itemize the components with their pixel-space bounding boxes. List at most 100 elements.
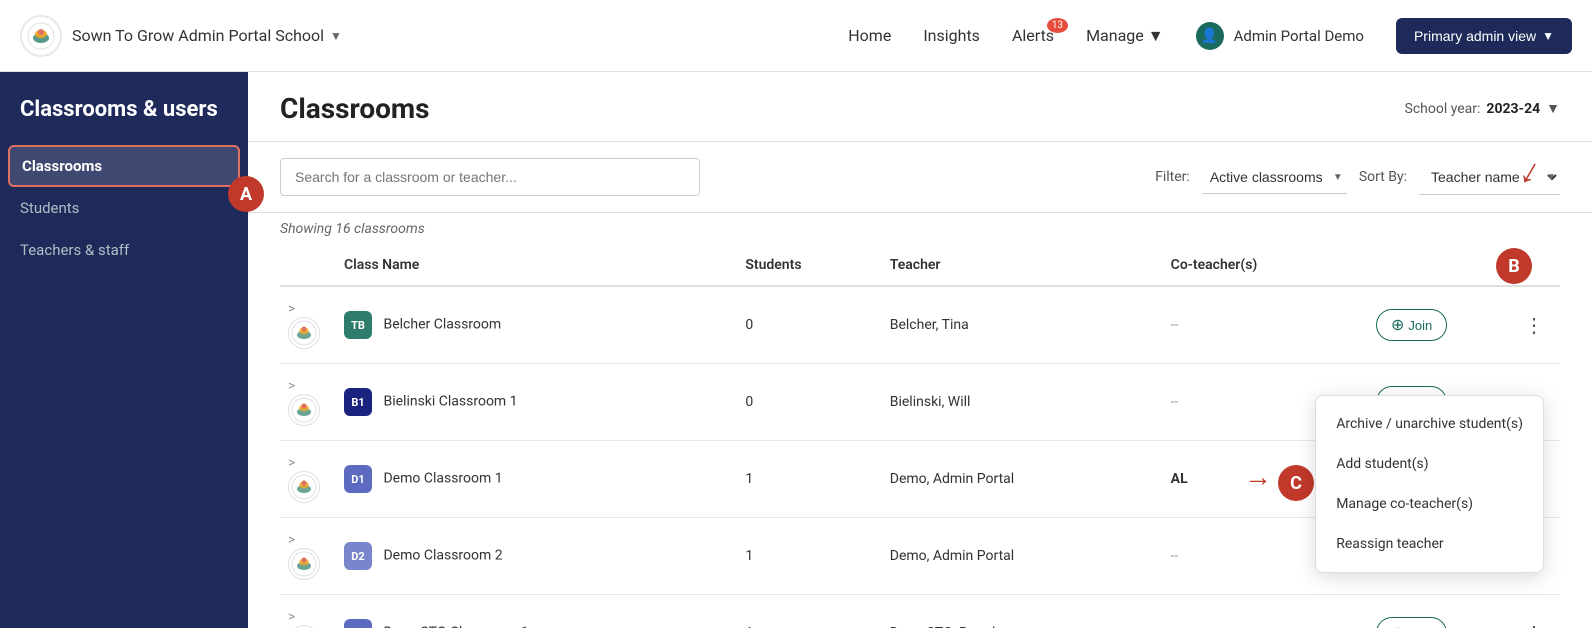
classroom-badge: D1 — [344, 619, 372, 628]
primary-admin-view-button[interactable]: Primary admin view ▼ — [1396, 18, 1572, 54]
expand-cell: > — [280, 364, 336, 441]
action-cell: ⊕ Join — [1368, 595, 1508, 628]
col-expand — [280, 245, 336, 286]
dots-menu-button[interactable]: ⋮ — [1516, 617, 1552, 628]
col-teacher: Teacher — [882, 245, 1163, 286]
table-header-row: Class Name Students Teacher Co-teacher(s… — [280, 245, 1560, 286]
expand-icon[interactable]: > — [288, 301, 295, 317]
table-row: > TB Belcher Classroom 0 Belcher, Tina -… — [280, 286, 1560, 364]
teacher-cell: Demo, Admin Portal — [882, 441, 1163, 518]
classroom-badge: D2 — [344, 542, 372, 570]
class-name-cell: D1 Demo Classroom 1 — [336, 441, 737, 518]
filter-area: Filter: Active classrooms Sort By: Teach… — [1155, 160, 1560, 195]
sort-select-wrapper: Teacher name — [1419, 160, 1560, 195]
sidebar-section-title: Classrooms & users — [0, 96, 248, 145]
sort-by-select[interactable]: Teacher name — [1419, 160, 1560, 195]
classroom-badge: D1 — [344, 465, 372, 493]
classroom-logo — [288, 317, 320, 349]
action-cell: ⊕ Join — [1368, 286, 1508, 364]
context-dropdown-menu: Archive / unarchive student(s)Add studen… — [1315, 395, 1544, 573]
teacher-cell: Demo, Admin Portal — [882, 518, 1163, 595]
dropdown-menu-item[interactable]: Manage co-teacher(s) — [1316, 484, 1543, 524]
alerts-link[interactable]: Alerts 13 — [1012, 26, 1054, 45]
expand-cell: > — [280, 441, 336, 518]
class-name-cell: D2 Demo Classroom 2 — [336, 518, 737, 595]
filter-select[interactable]: Active classrooms — [1202, 161, 1347, 194]
co-teacher-dashes: -- — [1171, 394, 1179, 410]
classroom-badge: B1 — [344, 388, 372, 416]
expand-icon[interactable]: > — [288, 532, 295, 548]
insights-link[interactable]: Insights — [923, 26, 980, 45]
search-input[interactable] — [280, 158, 700, 196]
expand-cell: > — [280, 286, 336, 364]
primary-btn-label: Primary admin view — [1414, 28, 1536, 44]
class-name-cell: TB Belcher Classroom — [336, 286, 737, 364]
classroom-logo — [288, 471, 320, 503]
sidebar-item-classrooms[interactable]: Classrooms — [8, 145, 240, 187]
expand-cell: > — [280, 595, 336, 628]
class-name-text: Bielinski Classroom 1 — [383, 394, 517, 410]
expand-icon[interactable]: > — [288, 378, 295, 394]
filter-label: Filter: — [1155, 169, 1190, 185]
students-label: Students — [20, 199, 79, 217]
classrooms-label: Classrooms — [22, 157, 102, 175]
class-name-text: Demo Classroom 2 — [383, 548, 502, 564]
school-name-text: Sown To Grow Admin Portal School — [72, 26, 324, 45]
col-actions — [1368, 245, 1508, 286]
teachers-label: Teachers & staff — [20, 241, 129, 259]
coteacher-cell: -- — [1163, 595, 1368, 628]
co-teacher-dashes: -- — [1171, 317, 1179, 333]
class-name-text: Demo Classroom 1 — [383, 471, 502, 487]
user-area: 👤 Admin Portal Demo — [1196, 22, 1364, 50]
home-link[interactable]: Home — [848, 26, 891, 45]
dropdown-menu-item[interactable]: Reassign teacher — [1316, 524, 1543, 564]
students-cell: 0 — [737, 286, 881, 364]
teacher-cell: Bielinski, Will — [882, 364, 1163, 441]
coteacher-cell: -- — [1163, 286, 1368, 364]
join-button[interactable]: ⊕ Join — [1376, 617, 1447, 628]
manage-link[interactable]: Manage ▼ — [1086, 26, 1164, 46]
primary-btn-caret: ▼ — [1542, 29, 1554, 43]
logo-area: Sown To Grow Admin Portal School ▼ — [20, 15, 342, 57]
students-cell: 1 — [737, 595, 881, 628]
expand-icon[interactable]: > — [288, 609, 295, 625]
join-button[interactable]: ⊕ Join — [1376, 309, 1447, 341]
class-name-text: Belcher Classroom — [383, 317, 501, 333]
col-students: Students — [737, 245, 881, 286]
col-coteacher: Co-teacher(s) — [1163, 245, 1368, 286]
classroom-badge: TB — [344, 311, 372, 339]
sort-by-label: Sort By: — [1359, 169, 1407, 185]
manage-caret: ▼ — [1148, 26, 1164, 46]
classroom-logo — [288, 548, 320, 580]
students-cell: 1 — [737, 518, 881, 595]
col-class-name: Class Name — [336, 245, 737, 286]
students-cell: 0 — [737, 364, 881, 441]
school-year-value: 2023-24 — [1486, 101, 1540, 117]
sidebar-item-students[interactable]: Students — [0, 187, 248, 229]
school-name-dropdown[interactable]: Sown To Grow Admin Portal School ▼ — [72, 26, 342, 45]
co-teacher-name: AL — [1171, 471, 1188, 487]
expand-icon[interactable]: > — [288, 455, 295, 471]
dropdown-menu-item[interactable]: Add student(s) — [1316, 444, 1543, 484]
manage-label: Manage — [1086, 26, 1144, 45]
teacher-cell: Belcher, Tina — [882, 286, 1163, 364]
sown-logo — [20, 15, 62, 57]
user-avatar-icon: 👤 — [1196, 22, 1224, 50]
school-year-selector[interactable]: School year: 2023-24 ▼ — [1405, 100, 1560, 117]
sidebar-item-teachers[interactable]: Teachers & staff — [0, 229, 248, 271]
annotation-b: B — [1496, 248, 1532, 284]
dots-menu-button[interactable]: ⋮ — [1516, 309, 1552, 341]
page-title: Classrooms — [280, 92, 430, 125]
main-header: Classrooms School year: 2023-24 ▼ — [248, 72, 1592, 142]
class-name-cell: D1 DemoSTG Classroom 1 — [336, 595, 737, 628]
students-cell: 1 — [737, 441, 881, 518]
showing-count: Showing 16 classrooms — [248, 213, 1592, 245]
toolbar: Filter: Active classrooms Sort By: Teach… — [248, 142, 1592, 213]
nav-links: Home Insights Alerts 13 Manage ▼ 👤 Admin… — [848, 18, 1572, 54]
class-name-cell: B1 Bielinski Classroom 1 — [336, 364, 737, 441]
annotation-c: C — [1278, 465, 1314, 501]
dots-menu-cell: ⋮ — [1508, 286, 1560, 364]
annotation-a: A — [228, 176, 264, 212]
table-row: > D1 DemoSTG Classroom 1 1 DemoSTG, Bran… — [280, 595, 1560, 628]
dropdown-menu-item[interactable]: Archive / unarchive student(s) — [1316, 404, 1543, 444]
